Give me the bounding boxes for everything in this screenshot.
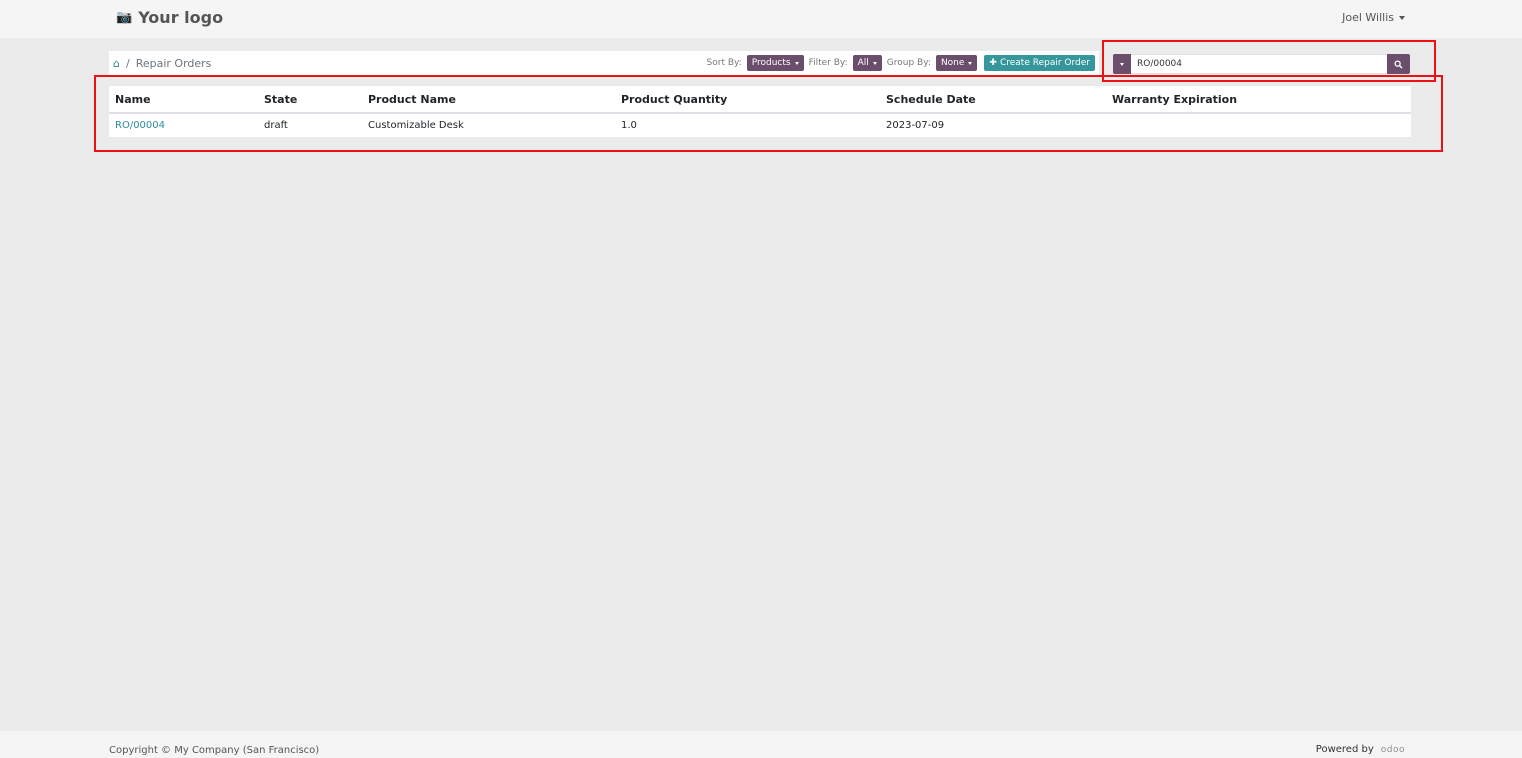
- column-header-product-name[interactable]: Product Name: [362, 86, 615, 114]
- breadcrumb: ⌂ / Repair Orders: [113, 57, 211, 70]
- cell-schedule-date: 2023-07-09: [886, 119, 945, 131]
- filter-dropdown[interactable]: All: [852, 55, 882, 71]
- top-navbar: 📷 Your logo Joel Willis: [0, 0, 1522, 38]
- table-row[interactable]: RO/00004 draft Customizable Desk 1.0 202…: [109, 113, 1411, 136]
- group-dropdown[interactable]: None: [935, 55, 978, 71]
- breadcrumb-separator: /: [125, 57, 130, 70]
- breadcrumb-current: Repair Orders: [135, 57, 212, 70]
- breadcrumb-bar: ⌂ / Repair Orders Sort By: Products Filt…: [109, 51, 1099, 75]
- search-icon: [1394, 59, 1403, 69]
- cell-state: draft: [264, 119, 288, 131]
- group-value: None: [940, 58, 965, 68]
- column-header-product-quantity[interactable]: Product Quantity: [615, 86, 880, 114]
- company-logo[interactable]: 📷 Your logo: [116, 8, 223, 27]
- search-options-dropdown[interactable]: [1113, 54, 1131, 74]
- cell-warranty-expiration: [1106, 113, 1411, 136]
- search-bar: [1113, 54, 1410, 74]
- caret-down-icon: [1120, 62, 1124, 66]
- repair-orders-table: Name State Product Name Product Quantity…: [109, 86, 1411, 137]
- camera-icon: 📷: [116, 10, 133, 25]
- table-header-row: Name State Product Name Product Quantity…: [109, 86, 1411, 114]
- search-input[interactable]: [1131, 54, 1387, 74]
- column-header-name[interactable]: Name: [109, 86, 258, 114]
- user-menu[interactable]: Joel Willis: [1342, 11, 1405, 24]
- home-icon[interactable]: ⌂: [113, 57, 120, 70]
- filter-label: Filter By:: [808, 58, 848, 68]
- powered-by-label: Powered by: [1315, 744, 1374, 755]
- column-header-warranty-expiration[interactable]: Warranty Expiration: [1106, 86, 1411, 114]
- sort-value: Products: [751, 58, 791, 68]
- list-controls: Sort By: Products Filter By: All Group B…: [707, 55, 1095, 71]
- odoo-logo[interactable]: odoo: [1381, 745, 1405, 755]
- column-header-schedule-date[interactable]: Schedule Date: [880, 86, 1106, 114]
- plus-icon: ✚: [989, 58, 997, 68]
- caret-down-icon: [968, 61, 973, 65]
- logo-text: Your logo: [138, 8, 224, 27]
- filter-value: All: [857, 58, 869, 68]
- cell-product-quantity: 1.0: [621, 119, 637, 131]
- cell-product-name: Customizable Desk: [368, 119, 464, 131]
- caret-down-icon: [794, 61, 799, 65]
- powered-by: Powered by odoo: [1316, 744, 1405, 755]
- cell-name-link[interactable]: RO/00004: [109, 113, 258, 136]
- column-header-state[interactable]: State: [258, 86, 362, 114]
- caret-down-icon: [1399, 16, 1405, 20]
- create-label: Create Repair Order: [999, 58, 1090, 68]
- group-label: Group By:: [886, 58, 931, 68]
- create-repair-order-button[interactable]: ✚ Create Repair Order: [984, 55, 1095, 71]
- copyright-text: Copyright © My Company (San Francisco): [109, 745, 320, 756]
- user-name: Joel Willis: [1342, 11, 1394, 24]
- caret-down-icon: [872, 61, 877, 65]
- search-button[interactable]: [1387, 54, 1410, 74]
- page-footer: Copyright © My Company (San Francisco) P…: [0, 731, 1522, 758]
- sort-label: Sort By:: [706, 58, 742, 68]
- sort-dropdown[interactable]: Products: [746, 55, 804, 71]
